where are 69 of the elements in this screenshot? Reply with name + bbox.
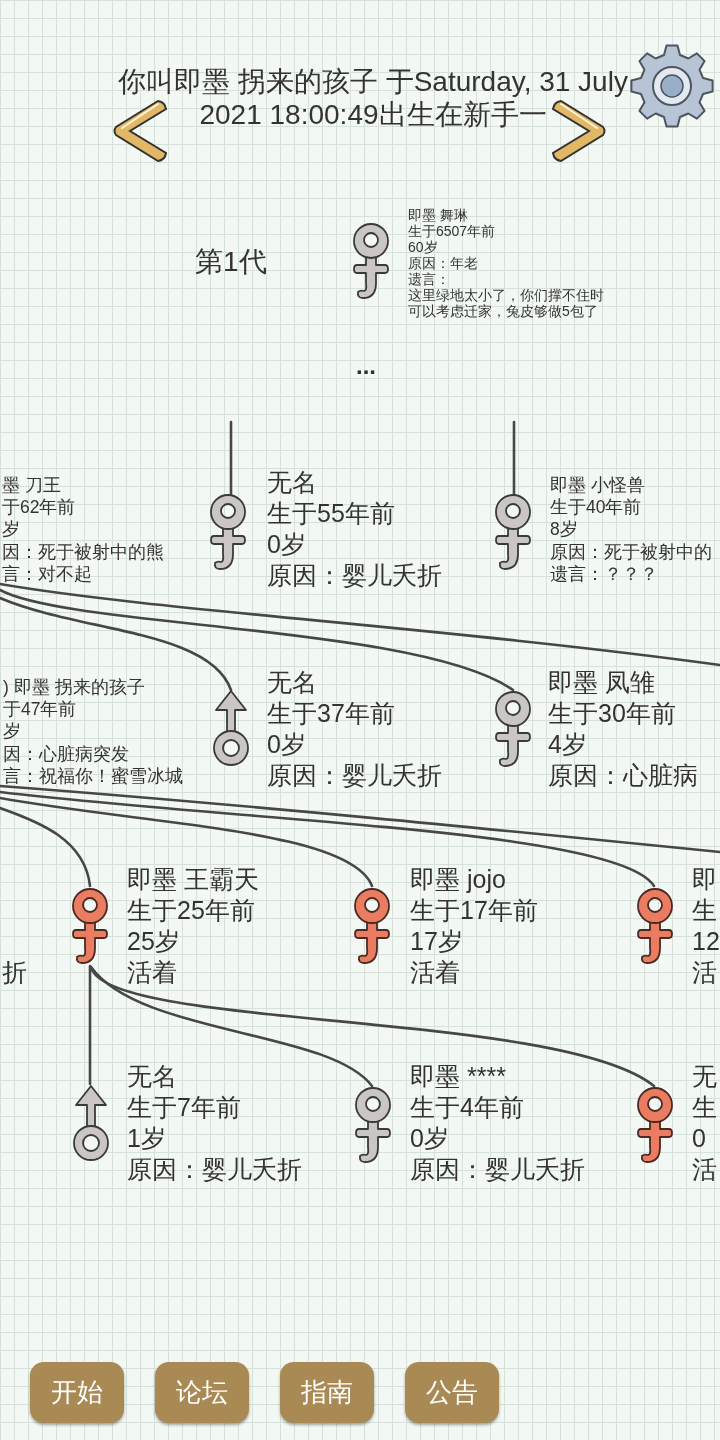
person-name: 无名 [127, 1061, 177, 1092]
last-words-message: 这里绿地太小了，你们撑不住时可以考虑迁家，兔皮够做5包了 [408, 287, 605, 319]
settings-icon[interactable] [629, 43, 715, 129]
age-text: 1岁 [127, 1123, 166, 1154]
birth-time: 生于7年前 [127, 1092, 241, 1123]
birth-time: 生 [692, 895, 717, 926]
person-name: 即 [692, 864, 717, 895]
left-chevron-icon[interactable] [112, 98, 168, 164]
birth-time: 生于17年前 [410, 895, 538, 926]
person-name: 无名 [267, 467, 317, 498]
last-words: 言：祝福你！蜜雪冰城 [3, 764, 183, 787]
menu-button[interactable]: 开始 [30, 1362, 124, 1423]
age-text: 60岁 [408, 239, 438, 255]
age-text: 0岁 [267, 729, 306, 760]
status-text: 原因：心脏病 [548, 760, 698, 791]
person-name: 即墨 小怪兽 [550, 474, 645, 497]
status-text: 原因：婴儿夭折 [410, 1154, 585, 1185]
person-name: ) 即墨 拐来的孩子 [3, 676, 145, 699]
title-line: 你叫即墨 拐来的孩子 于Saturday, 31 July [118, 67, 628, 97]
status-text: 原因：婴儿夭折 [267, 760, 442, 791]
title-line: 2021 18:00:49出生在新手一 [199, 100, 547, 130]
status-text: 原因：死于被射中的 [550, 540, 712, 563]
menu-button[interactable]: 论坛 [155, 1362, 249, 1423]
age-text: 25岁 [127, 926, 180, 957]
last-words: 言：对不起 [2, 562, 92, 585]
right-chevron-icon[interactable] [551, 98, 607, 164]
person-name: 即墨 王霸天 [127, 864, 259, 895]
person-name: 即墨 jojo [410, 864, 506, 895]
person-name: 无 [692, 1061, 717, 1092]
age-text: 8岁 [550, 518, 578, 541]
age-text: 17岁 [410, 926, 463, 957]
age-text: 4岁 [548, 729, 587, 760]
birth-time: 生 [692, 1092, 717, 1123]
person-name: 即墨 **** [410, 1061, 506, 1092]
birth-time: 生于40年前 [550, 496, 642, 519]
person-name: 即墨 舞琳 [408, 207, 468, 223]
ellipsis-text: ... [356, 352, 376, 380]
status-text: 活 [692, 957, 717, 988]
age-text: 岁 [2, 518, 20, 541]
status-text: 原因：婴儿夭折 [267, 560, 442, 591]
age-text: 0岁 [267, 529, 306, 560]
birth-time: 于62年前 [2, 496, 76, 519]
last-words: 遗言：？？？ [550, 562, 658, 585]
status-text: 活着 [410, 957, 460, 988]
person-name: 即墨 凤雏 [548, 667, 655, 698]
birth-time: 生于6507年前 [408, 223, 496, 239]
status-text: 因：心脏病突发 [3, 742, 129, 765]
status-text: 活着 [127, 957, 177, 988]
birth-time: 生于30年前 [548, 698, 676, 729]
person-name: 无名 [267, 667, 317, 698]
status-text: 原因：年老 [408, 255, 478, 271]
menu-button[interactable]: 指南 [280, 1362, 374, 1423]
status-text: 因：死于被射中的熊 [2, 540, 164, 563]
last-words: 遗言： [408, 271, 450, 287]
age-text: 岁 [3, 720, 21, 743]
birth-time: 生于25年前 [127, 895, 255, 926]
age-text: 12 [692, 926, 720, 957]
generation-label: 第1代 [195, 245, 267, 279]
birth-time: 生于55年前 [267, 498, 395, 529]
status-text: 折 [2, 957, 27, 988]
status-text: 活 [692, 1154, 717, 1185]
menu-button[interactable]: 公告 [405, 1362, 499, 1423]
birth-time: 生于37年前 [267, 698, 395, 729]
birth-time: 生于4年前 [410, 1092, 524, 1123]
age-text: 0岁 [410, 1123, 449, 1154]
birth-time: 于47年前 [3, 698, 77, 721]
status-text: 原因：婴儿夭折 [127, 1154, 302, 1185]
age-text: 0 [692, 1123, 706, 1154]
person-name: 墨 刀王 [2, 474, 61, 497]
